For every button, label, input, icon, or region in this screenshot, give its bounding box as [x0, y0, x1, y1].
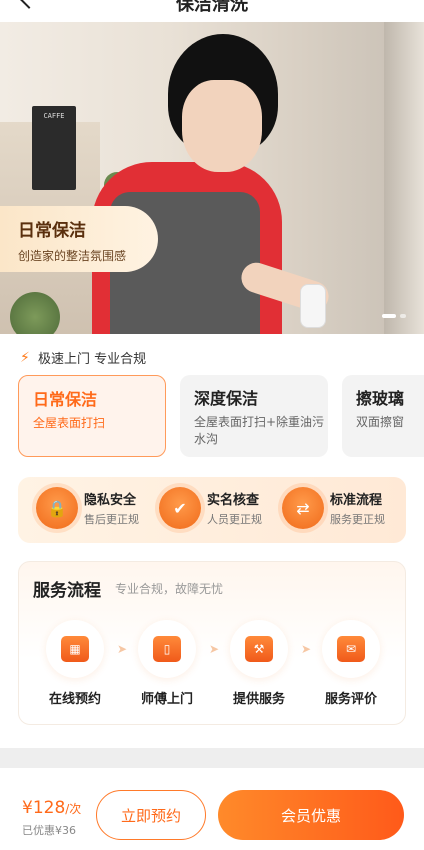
guarantee-realname: ✔ 实名核查 人员更正规 [159, 487, 262, 529]
step-icon-wrap: ▦ [46, 620, 104, 678]
guarantee-title: 实名核查 [207, 493, 260, 508]
price: ¥128/次 [22, 798, 81, 818]
service-tabs: 日常保洁 全屋表面打扫 深度保洁 全屋表面打扫+除重油污水沟 擦玻璃 双面擦窗 [18, 375, 424, 459]
tab-name: 擦玻璃 [356, 389, 405, 408]
banner-tag: 日常保洁 创造家的整洁氛围感 [0, 206, 158, 272]
rating-mail-icon: ✉ [337, 636, 365, 662]
step-online-booking: ▦ 在线预约 [35, 620, 115, 707]
discount-text: 已优惠¥36 [22, 824, 76, 837]
banner-tag-title: 日常保洁 [18, 221, 86, 241]
guarantee-process: ⇄ 标准流程 服务更正规 [282, 487, 385, 529]
step-provide-service: ⚒ 提供服务 [219, 620, 299, 707]
worker-icon: ⚒ [245, 636, 273, 662]
flow-icon: ⇄ [282, 487, 324, 529]
price-value: ¥128 [22, 798, 66, 818]
section-divider [0, 748, 424, 768]
door-icon: ▯ [153, 636, 181, 662]
calendar-icon: ▦ [61, 636, 89, 662]
step-icon-wrap: ✉ [322, 620, 380, 678]
guarantee-strip: 🔒 隐私安全 售后更正规 ✔ 实名核查 人员更正规 ⇄ 标准流程 服务更正规 [18, 477, 406, 543]
shield-lock-icon: 🔒 [36, 487, 78, 529]
step-label: 提供服务 [232, 692, 285, 707]
step-label: 师傅上门 [140, 692, 193, 707]
top-bar: 保洁清洗 [0, 0, 424, 22]
banner-wall [384, 22, 424, 334]
member-discount-button[interactable]: 会员优惠 [218, 790, 404, 840]
step-icon-wrap: ⚒ [230, 620, 288, 678]
guarantee-title: 标准流程 [330, 493, 383, 508]
banner-cafe-board: CAFFE [32, 106, 76, 190]
promise-text: 极速上门 专业合规 [38, 352, 147, 367]
carousel-indicator [382, 314, 406, 318]
guarantee-sub: 售后更正规 [84, 513, 139, 526]
tab-name: 日常保洁 [33, 390, 98, 409]
book-now-button[interactable]: 立即预约 [96, 790, 206, 840]
process-title: 服务流程 [33, 581, 101, 601]
service-process-card: 服务流程 专业合规，故障无忧 ▦ 在线预约 ➤ ▯ 师傅上门 ➤ ⚒ 提供服务 … [18, 561, 406, 725]
price-unit: /次 [65, 802, 82, 816]
tab-desc: 全屋表面打扫 [33, 416, 106, 430]
tab-name: 深度保洁 [194, 389, 259, 408]
banner-tag-subtitle: 创造家的整洁氛围感 [18, 249, 127, 263]
bolt-icon: ⚡ [20, 349, 30, 366]
guarantee-sub: 服务更正规 [330, 513, 385, 526]
tab-window-cleaning[interactable]: 擦玻璃 双面擦窗 [342, 375, 424, 457]
tab-desc: 双面擦窗 [356, 415, 405, 429]
page-title: 保洁清洗 [176, 0, 248, 15]
guarantee-sub: 人员更正规 [207, 513, 262, 526]
carousel-dot-active[interactable] [382, 314, 396, 318]
tab-deep-cleaning[interactable]: 深度保洁 全屋表面打扫+除重油污水沟 [180, 375, 328, 457]
step-technician-visit: ▯ 师傅上门 [127, 620, 207, 707]
tab-desc: 全屋表面打扫+除重油污水沟 [194, 415, 325, 446]
process-subtitle: 专业合规，故障无忧 [115, 582, 224, 596]
cleaner-face [182, 80, 262, 172]
hero-banner[interactable]: CAFFE 日常保洁 创造家的整洁氛围感 [0, 22, 424, 334]
step-icon-wrap: ▯ [138, 620, 196, 678]
step-label: 在线预约 [48, 692, 101, 707]
spray-bottle [300, 284, 326, 328]
service-promise: ⚡ 极速上门 专业合规 [20, 348, 147, 368]
bottom-action-bar: ¥128/次 已优惠¥36 立即预约 会员优惠 [0, 768, 424, 850]
carousel-dot[interactable] [400, 314, 406, 318]
tab-daily-cleaning[interactable]: 日常保洁 全屋表面打扫 [18, 375, 166, 457]
user-check-icon: ✔ [159, 487, 201, 529]
guarantee-privacy: 🔒 隐私安全 售后更正规 [36, 487, 139, 529]
banner-plant-bottom [10, 292, 60, 334]
step-rate-service: ✉ 服务评价 [311, 620, 391, 707]
step-label: 服务评价 [324, 692, 377, 707]
guarantee-title: 隐私安全 [84, 493, 137, 508]
